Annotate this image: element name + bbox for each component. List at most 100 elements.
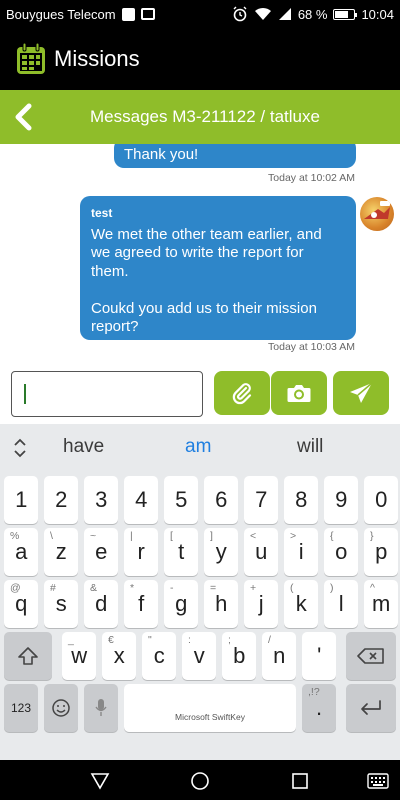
key-f[interactable]: f * bbox=[124, 580, 159, 628]
key-label: x bbox=[113, 643, 125, 668]
key-secondary-label: | bbox=[130, 530, 133, 542]
key-r[interactable]: r | bbox=[124, 528, 159, 576]
key-label: k bbox=[295, 591, 307, 616]
key-x[interactable]: x € bbox=[102, 632, 137, 680]
key-label: e bbox=[95, 539, 108, 564]
camera-button[interactable] bbox=[271, 371, 327, 415]
message-timestamp: Today at 10:03 AM bbox=[268, 341, 355, 353]
key-1[interactable]: 1 bbox=[4, 476, 39, 524]
key-secondary-label: " bbox=[148, 634, 152, 646]
key-n[interactable]: n / bbox=[262, 632, 297, 680]
key-a[interactable]: a% bbox=[4, 528, 39, 576]
key-secondary-label: + bbox=[250, 582, 257, 594]
key-k[interactable]: k( bbox=[284, 580, 319, 628]
key-label: r bbox=[137, 539, 145, 564]
key-label: 2 bbox=[55, 487, 68, 512]
suggestion-right[interactable]: will bbox=[297, 436, 323, 458]
status-bar: Bouygues Telecom 68 % 10:04 bbox=[0, 0, 400, 28]
numbers-key[interactable]: 123 bbox=[4, 684, 38, 732]
emoji-key[interactable] bbox=[44, 684, 78, 732]
key-label: l bbox=[338, 591, 344, 616]
image-notification-icon bbox=[140, 8, 155, 20]
message-timestamp: Today at 10:02 AM bbox=[268, 172, 355, 184]
home-nav-button[interactable] bbox=[180, 766, 220, 796]
key-p[interactable]: p} bbox=[364, 528, 399, 576]
key-i[interactable]: i > bbox=[284, 528, 319, 576]
key-2[interactable]: 2 bbox=[44, 476, 79, 524]
key-c[interactable]: c " bbox=[142, 632, 177, 680]
key-apostrophe[interactable]: ' bbox=[302, 632, 337, 680]
wifi-icon bbox=[254, 7, 271, 20]
key-j[interactable]: j + bbox=[244, 580, 279, 628]
key-label: z bbox=[55, 539, 67, 564]
key-secondary-label: } bbox=[370, 530, 374, 542]
key-secondary-label: ^ bbox=[370, 582, 375, 594]
text-cursor bbox=[24, 384, 26, 404]
key-g[interactable]: g- bbox=[164, 580, 199, 628]
key-label: 3 bbox=[95, 487, 108, 512]
alarm-icon bbox=[233, 6, 247, 22]
key-h[interactable]: h = bbox=[204, 580, 239, 628]
key-9[interactable]: 9 bbox=[324, 476, 359, 524]
recents-nav-button[interactable] bbox=[280, 766, 320, 796]
back-button[interactable] bbox=[0, 90, 46, 144]
key-q[interactable]: q @ bbox=[4, 580, 39, 628]
key-y[interactable]: y] bbox=[204, 528, 239, 576]
key-label: y bbox=[215, 539, 227, 564]
key-3[interactable]: 3 bbox=[84, 476, 119, 524]
message-line: we agreed to write the report for bbox=[91, 244, 304, 261]
period-key[interactable]: .,!? bbox=[302, 684, 336, 732]
message-input[interactable] bbox=[11, 371, 203, 417]
send-button[interactable] bbox=[333, 371, 389, 415]
shift-key[interactable] bbox=[4, 632, 52, 680]
suggestion-left[interactable]: have bbox=[63, 436, 104, 458]
key-e[interactable]: e ~ bbox=[84, 528, 119, 576]
expand-toolbar-icon[interactable] bbox=[10, 436, 30, 460]
key-secondary-label: > bbox=[290, 530, 297, 542]
key-t[interactable]: t[ bbox=[164, 528, 199, 576]
key-5[interactable]: 5 bbox=[164, 476, 199, 524]
key-secondary-label: % bbox=[10, 530, 20, 542]
enter-key[interactable] bbox=[346, 684, 396, 732]
key-4[interactable]: 4 bbox=[124, 476, 159, 524]
key-8[interactable]: 8 bbox=[284, 476, 319, 524]
app-title: Missions bbox=[54, 46, 140, 71]
key-6[interactable]: 6 bbox=[204, 476, 239, 524]
key-o[interactable]: o{ bbox=[324, 528, 359, 576]
space-bar[interactable]: Microsoft SwiftKey bbox=[124, 684, 296, 732]
key-b[interactable]: b; bbox=[222, 632, 257, 680]
message-line: We met the other team earlier, and bbox=[91, 225, 322, 243]
key-0[interactable]: 0 bbox=[364, 476, 399, 524]
message-text: Thank you! bbox=[124, 146, 199, 163]
message-line: them. bbox=[91, 262, 129, 280]
key-v[interactable]: v: bbox=[182, 632, 217, 680]
backspace-key[interactable] bbox=[346, 632, 396, 680]
message-list[interactable]: Thank you! Today at 10:02 AM test We met… bbox=[0, 144, 400, 364]
key-l[interactable]: l) bbox=[324, 580, 359, 628]
key-secondary-label: * bbox=[130, 582, 135, 594]
key-label: n bbox=[273, 643, 286, 668]
key-w[interactable]: w _ bbox=[62, 632, 97, 680]
key-label: b bbox=[233, 643, 246, 668]
key-secondary-label: { bbox=[330, 530, 334, 542]
microphone-key[interactable] bbox=[84, 684, 118, 732]
key-secondary-label: & bbox=[90, 582, 98, 594]
signal-icon bbox=[278, 8, 291, 20]
key-label: f bbox=[138, 591, 145, 616]
suggestion-center[interactable]: am bbox=[185, 436, 211, 458]
key-s[interactable]: s # bbox=[44, 580, 79, 628]
key-m[interactable]: m ^ bbox=[364, 580, 399, 628]
key-label: 8 bbox=[295, 487, 308, 512]
key-label: m bbox=[372, 591, 391, 616]
keyboard-hide-button[interactable] bbox=[358, 766, 398, 796]
key-7[interactable]: 7 bbox=[244, 476, 279, 524]
attach-button[interactable] bbox=[214, 371, 270, 415]
key-secondary-label: : bbox=[188, 634, 191, 646]
back-nav-button[interactable] bbox=[80, 766, 120, 796]
key-z[interactable]: z \ bbox=[44, 528, 79, 576]
key-d[interactable]: d & bbox=[84, 580, 119, 628]
key-secondary-label: _ bbox=[68, 634, 74, 646]
key-u[interactable]: u < bbox=[244, 528, 279, 576]
key-secondary-label: @ bbox=[10, 582, 21, 594]
send-icon bbox=[350, 382, 373, 403]
